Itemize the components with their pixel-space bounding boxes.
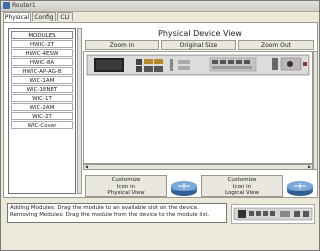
zoom-out-button[interactable]: Zoom Out	[238, 40, 314, 50]
app-icon	[3, 2, 10, 9]
instructions-adding: Adding Modules: Drag the module to an av…	[10, 205, 199, 211]
module-item[interactable]: WIC-1T	[11, 94, 73, 102]
module-item[interactable]: HWIC-4ESW	[11, 49, 73, 57]
module-item[interactable]: WIC-2AM	[11, 103, 73, 111]
modules-list: MODULES HWIC-2T HWIC-4ESW HWIC-8A HWIC-A…	[8, 28, 76, 194]
instructions-removing: Removing Modules: Drag the module from t…	[10, 212, 210, 218]
status-area	[1, 229, 319, 250]
device-window: Router1 Physical Config CLI MODULES HWIC…	[0, 0, 320, 251]
module-item[interactable]: HWIC-2T	[11, 40, 73, 48]
customize-physical-button[interactable]: Customize Icon in Physical View	[85, 175, 167, 197]
modules-header: MODULES	[11, 31, 73, 39]
module-preview-image	[233, 207, 313, 221]
view-title: Physical Device View	[158, 29, 242, 38]
router-icon	[171, 181, 197, 196]
module-preview	[231, 204, 315, 224]
module-item[interactable]: WIC-1ENET	[11, 85, 73, 93]
tab-config[interactable]: Config	[32, 12, 56, 21]
router-icon	[287, 181, 313, 196]
scroll-left-icon[interactable]: ◀	[84, 165, 89, 169]
window-title: Router1	[12, 2, 36, 9]
module-item[interactable]: WIC-2T	[11, 112, 73, 120]
module-item[interactable]: WIC-Cover	[11, 121, 73, 129]
instructions-box: Adding Modules: Drag the module to an av…	[7, 203, 227, 223]
zoom-in-button[interactable]: Zoom In	[85, 40, 159, 50]
tab-cli[interactable]: CLI	[57, 12, 73, 21]
router-chassis-image	[86, 54, 310, 76]
title-bar: Router1	[1, 1, 319, 12]
module-item[interactable]: WIC-1AM	[11, 76, 73, 84]
tab-physical[interactable]: Physical	[3, 12, 31, 22]
scroll-right-icon[interactable]: ▶	[307, 165, 312, 169]
original-size-button[interactable]: Original Size	[161, 40, 236, 50]
module-item[interactable]: HWIC-8A	[11, 58, 73, 66]
module-item[interactable]: HWIC-AP-AG-B	[11, 67, 73, 75]
modules-scrollbar[interactable]	[77, 28, 82, 194]
customize-logical-button[interactable]: Customize Icon in Logical View	[201, 175, 283, 197]
canvas-horizontal-scrollbar[interactable]: ◀ ▶	[83, 164, 313, 170]
device-canvas[interactable]	[83, 51, 313, 164]
canvas-vertical-scrollbar[interactable]	[313, 51, 318, 170]
